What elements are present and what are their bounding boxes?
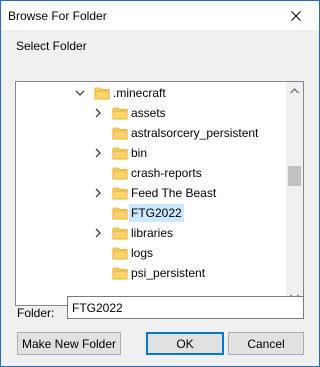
vertical-scrollbar[interactable] <box>286 82 303 305</box>
folder-icon <box>112 125 128 141</box>
tree-expand-button[interactable] <box>92 107 104 119</box>
tree-item-label: crash-reports <box>131 166 202 180</box>
folder-icon <box>112 265 128 281</box>
tree-item[interactable]: .minecraft <box>16 83 286 103</box>
folder-icon <box>112 245 128 261</box>
tree-item-label: logs <box>131 246 154 260</box>
tree-item-label: astralsorcery_persistent <box>131 126 259 140</box>
folder-tree-rows: .minecraft assets astralsorcery_persistent… <box>16 82 286 305</box>
tree-item[interactable]: bin <box>16 143 286 163</box>
chevron-right-icon <box>95 108 101 118</box>
browse-for-folder-dialog: Browse For Folder Select Folder .minecra… <box>0 0 320 367</box>
make-new-folder-button[interactable]: Make New Folder <box>17 332 121 355</box>
tree-item[interactable]: FTG2022 <box>16 203 286 223</box>
tree-item[interactable]: logs <box>16 243 286 263</box>
dialog-body: Select Folder .minecraft assets astralsorc… <box>1 30 319 366</box>
tree-item[interactable]: astralsorcery_persistent <box>16 123 286 143</box>
tree-item[interactable]: crash-reports <box>16 163 286 183</box>
cancel-button[interactable]: Cancel <box>228 332 304 355</box>
folder-icon <box>112 185 128 201</box>
close-icon <box>291 10 301 21</box>
folder-icon <box>112 105 128 121</box>
folder-icon <box>112 165 128 181</box>
folder-icon <box>112 225 128 241</box>
tree-item-label: .minecraft <box>113 86 166 100</box>
tree-item-label: psi_persistent <box>131 266 206 280</box>
chevron-right-icon <box>95 228 101 238</box>
folder-tree[interactable]: .minecraft assets astralsorcery_persistent… <box>15 81 304 306</box>
chevron-down-icon <box>75 90 85 96</box>
ok-button[interactable]: OK <box>146 332 224 355</box>
tree-expand-button[interactable] <box>92 147 104 159</box>
tree-collapse-button[interactable] <box>74 87 86 99</box>
instruction-text: Select Folder <box>16 39 87 53</box>
tree-item-label: assets <box>131 106 166 120</box>
tree-item-label: libraries <box>131 226 174 240</box>
chevron-right-icon <box>95 188 101 198</box>
window-title: Browse For Folder <box>8 9 107 23</box>
tree-expand-button[interactable] <box>92 187 104 199</box>
folder-icon <box>112 145 128 161</box>
tree-item[interactable]: Feed The Beast <box>16 183 286 203</box>
tree-item[interactable]: libraries <box>16 223 286 243</box>
tree-item[interactable]: psi_persistent <box>16 263 286 283</box>
tree-expand-button[interactable] <box>92 227 104 239</box>
scroll-up-arrow-icon <box>290 87 299 93</box>
folder-name-input[interactable] <box>67 296 304 319</box>
folder-icon <box>112 205 128 221</box>
folder-field-label: Folder: <box>17 306 55 320</box>
tree-item-label: bin <box>131 146 148 160</box>
tree-item-label: FTG2022 <box>129 204 184 222</box>
folder-icon <box>94 85 110 101</box>
tree-item[interactable]: assets <box>16 103 286 123</box>
close-button[interactable] <box>273 1 319 30</box>
scroll-up-button[interactable] <box>286 82 303 99</box>
tree-item-label: Feed The Beast <box>131 186 217 200</box>
title-bar: Browse For Folder <box>1 1 319 30</box>
chevron-right-icon <box>95 148 101 158</box>
scrollbar-thumb[interactable] <box>288 166 301 186</box>
